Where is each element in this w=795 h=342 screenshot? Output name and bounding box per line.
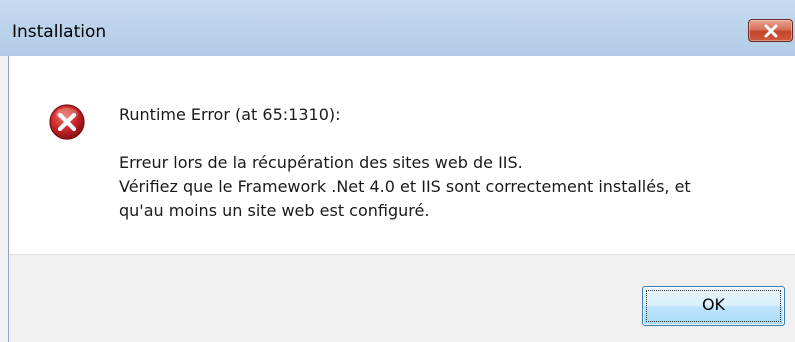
title-bar[interactable]: Installation: [0, 0, 795, 56]
message-line-3: qu'au moins un site web est configuré.: [119, 201, 430, 220]
message-line-1: Erreur lors de la récupération des sites…: [119, 153, 523, 172]
error-icon: [49, 104, 85, 140]
window-title: Installation: [12, 22, 107, 42]
dialog-window: Installation Runtime Error (at 65:1310):…: [0, 0, 795, 342]
error-heading: Runtime Error (at 65:1310):: [119, 105, 341, 124]
ok-button-label: OK: [701, 295, 726, 314]
message-line-2: Vérifiez que le Framework .Net 4.0 et II…: [119, 177, 691, 196]
ok-button[interactable]: OK: [642, 286, 785, 326]
close-button[interactable]: [748, 19, 793, 42]
close-icon: [764, 24, 778, 38]
